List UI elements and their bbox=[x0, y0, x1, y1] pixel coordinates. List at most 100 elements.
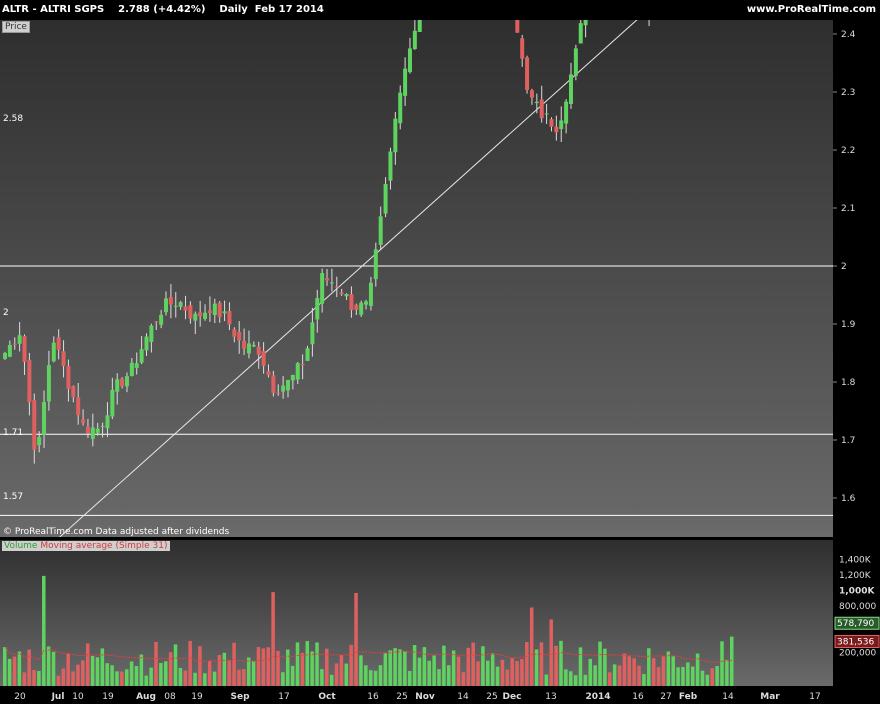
date-tick-label: Dec bbox=[503, 692, 522, 702]
volume-bar bbox=[598, 641, 602, 686]
candle-body bbox=[364, 301, 369, 305]
volume-tick-label: 200,000 bbox=[839, 649, 876, 659]
candle-body bbox=[554, 126, 559, 133]
volume-bar bbox=[66, 653, 70, 686]
volume-bar bbox=[281, 672, 285, 686]
candle-body bbox=[81, 419, 86, 424]
volume-bar bbox=[715, 666, 719, 686]
candle-body bbox=[417, 20, 422, 32]
volume-bar bbox=[529, 607, 534, 686]
candle-body bbox=[339, 292, 344, 295]
bottom-axis: 20 Jul 10 19 Aug 08 19 Sep 17 Oct 16 25 Nov 14 25 Dec 13… bbox=[0, 686, 880, 704]
candle-body bbox=[134, 363, 139, 368]
candle-body bbox=[7, 344, 12, 357]
candle-body bbox=[56, 337, 61, 350]
volume-bar bbox=[42, 575, 46, 686]
price-panel[interactable]: Price 2.58 2 1.71 1.57 © ProRealTime.com… bbox=[0, 20, 833, 537]
candle-body bbox=[217, 302, 222, 318]
candle-body bbox=[76, 397, 81, 416]
candle-body bbox=[188, 305, 193, 319]
volume-bar bbox=[32, 670, 36, 686]
candle-body bbox=[266, 371, 271, 376]
volume-bar bbox=[725, 659, 729, 686]
price-tick-label: 1.7 bbox=[841, 436, 855, 446]
volume-bar bbox=[120, 671, 124, 686]
volume-bar bbox=[417, 657, 422, 686]
candle-body bbox=[212, 303, 217, 316]
site-link[interactable]: www.ProRealTime.com bbox=[747, 4, 876, 15]
volume-bar bbox=[617, 665, 622, 686]
volume-bar bbox=[22, 672, 27, 686]
volume-bar bbox=[232, 642, 236, 686]
volume-chart-svg bbox=[3, 575, 734, 686]
volume-bar bbox=[81, 660, 85, 686]
level-label-171: 1.71 bbox=[3, 428, 24, 438]
volume-bar bbox=[710, 668, 714, 686]
date-tick-label: 19 bbox=[191, 692, 203, 702]
volume-bar bbox=[188, 640, 192, 686]
date-tick-label: 25 bbox=[486, 692, 497, 702]
volume-bar bbox=[251, 660, 256, 686]
candle-body bbox=[124, 376, 129, 387]
candle-body bbox=[168, 296, 173, 305]
volume-bar bbox=[76, 664, 80, 686]
volume-bar bbox=[383, 652, 388, 686]
date-axis-svg: 20 Jul 10 19 Aug 08 19 Sep 17 Oct 16 25 Nov 14 25 Dec 13… bbox=[14, 692, 820, 702]
volume-bar bbox=[432, 655, 436, 686]
candle-body bbox=[3, 353, 7, 359]
candle-body bbox=[529, 90, 534, 98]
volume-bar bbox=[246, 657, 251, 686]
candle-body bbox=[539, 99, 544, 119]
volume-bar bbox=[661, 656, 666, 686]
candle-body bbox=[285, 379, 290, 391]
candle-body bbox=[154, 321, 159, 323]
candle-body bbox=[90, 427, 95, 439]
candle-body bbox=[515, 20, 520, 33]
candle-body bbox=[568, 74, 573, 104]
volume-tick-label: 1,200K bbox=[839, 571, 872, 581]
candle-body bbox=[46, 365, 51, 402]
volume-bar bbox=[412, 645, 417, 686]
candle-body bbox=[95, 428, 100, 433]
candle-body bbox=[300, 364, 305, 366]
candle-body bbox=[407, 48, 412, 73]
volume-bar bbox=[544, 674, 549, 686]
volume-bar bbox=[310, 651, 314, 686]
volume-panel[interactable]: Volume Moving average (Simple 31) bbox=[0, 540, 833, 686]
candle-body bbox=[403, 68, 408, 96]
candle-body bbox=[368, 282, 373, 307]
candle-body bbox=[149, 325, 154, 342]
volume-bar bbox=[407, 670, 412, 686]
volume-bar bbox=[593, 665, 597, 686]
volume-bar bbox=[315, 642, 319, 686]
volume-bar bbox=[642, 674, 646, 686]
volume-bar bbox=[564, 669, 568, 686]
volume-bar bbox=[134, 666, 139, 686]
price-tick-label: 2.2 bbox=[841, 146, 855, 156]
candle-body bbox=[295, 363, 300, 380]
date-tick-label: 14 bbox=[457, 692, 469, 702]
candle-body bbox=[173, 305, 178, 307]
candle-body bbox=[344, 294, 349, 297]
volume-bar bbox=[56, 675, 61, 686]
candle-body bbox=[525, 57, 530, 90]
volume-bar bbox=[393, 648, 397, 686]
volume-bar bbox=[124, 669, 129, 686]
volume-bar bbox=[510, 658, 514, 686]
volume-bar bbox=[95, 657, 100, 686]
volume-bar bbox=[398, 649, 402, 686]
volume-bar bbox=[720, 641, 724, 686]
candle-body bbox=[183, 306, 188, 311]
date-tick-label: Oct bbox=[318, 692, 336, 702]
volume-bar bbox=[388, 650, 392, 686]
volume-bar bbox=[154, 641, 158, 686]
volume-bar bbox=[515, 661, 519, 686]
candle-body bbox=[349, 294, 354, 311]
price-tick-label: 1.8 bbox=[841, 378, 856, 388]
candle-body bbox=[359, 302, 364, 315]
volume-bar bbox=[178, 667, 183, 686]
volume-bar bbox=[622, 653, 627, 686]
date-tick-label: Sep bbox=[230, 692, 250, 702]
candle-body bbox=[354, 304, 359, 310]
volume-bar bbox=[559, 640, 563, 686]
